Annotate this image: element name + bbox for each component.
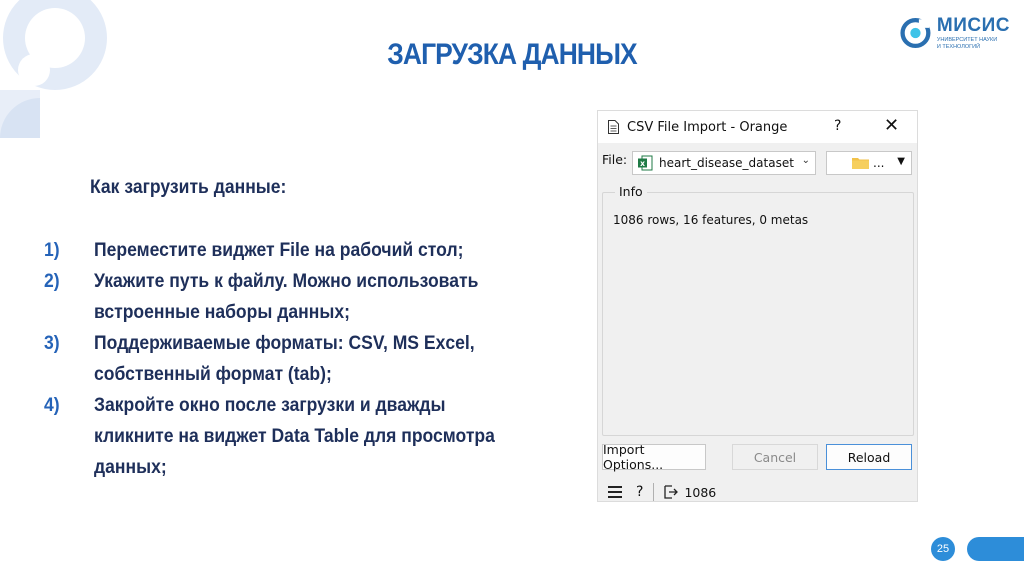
- browse-dots: ...: [873, 156, 885, 170]
- step-text: Переместите виджет File на рабочий стол;: [94, 239, 464, 261]
- output-icon: [664, 485, 679, 499]
- list-item: 1) Переместите виджет File на рабочий сто…: [44, 235, 564, 266]
- folder-icon: [852, 158, 869, 169]
- menu-icon[interactable]: [608, 486, 622, 498]
- help-button[interactable]: ?: [834, 118, 841, 134]
- list-item: 4) Закройте окно после загрузки и дважды …: [44, 390, 564, 483]
- output-count: 1086: [684, 484, 717, 500]
- document-icon: [608, 120, 619, 134]
- step-number: 4): [44, 394, 60, 416]
- svg-text:x: x: [640, 159, 645, 168]
- logo-title: МИСИС: [936, 15, 1010, 37]
- close-button[interactable]: ✕: [884, 115, 899, 136]
- chevron-down-icon: ⌄: [801, 155, 810, 166]
- file-select[interactable]: x heart_disease_dataset.c ⌄: [632, 151, 816, 175]
- list-item: 2) Укажите путь к файлу. Можно использова…: [44, 266, 564, 328]
- status-divider: [653, 483, 655, 501]
- footer-pill-decoration: [967, 537, 1024, 561]
- intro-text: Как загрузить данные:: [90, 176, 287, 198]
- status-bar: ? 1086: [608, 483, 716, 501]
- page-number: 25: [931, 537, 955, 561]
- file-name: heart_disease_dataset.c: [659, 156, 795, 170]
- slide-title: ЗАГРУЗКА ДАННЫХ: [387, 38, 637, 71]
- info-box: Info 1086 rows, 16 features, 0 metas: [602, 184, 914, 436]
- slide-content: Как загрузить данные: 1) Переместите видж…: [44, 176, 564, 483]
- step-number: 2): [44, 270, 60, 292]
- info-text: 1086 rows, 16 features, 0 metas: [613, 213, 809, 227]
- reload-button[interactable]: Reload: [826, 444, 912, 470]
- corner-decoration: [0, 0, 107, 138]
- csv-import-dialog: CSV File Import - Orange ? ✕ File: x hea…: [597, 110, 918, 502]
- browse-button[interactable]: ... ▼: [826, 151, 912, 175]
- import-options-button[interactable]: Import Options...: [602, 442, 706, 472]
- list-item: 3) Поддерживаемые форматы: CSV, MS Excel,…: [44, 328, 564, 390]
- step-text: Укажите путь к файлу. Можно использовать…: [94, 270, 479, 323]
- dropdown-arrow-icon[interactable]: ▼: [897, 156, 905, 167]
- dialog-title: CSV File Import - Orange: [627, 119, 788, 135]
- step-text: Закройте окно после загрузки и дважды кл…: [94, 394, 495, 478]
- step-number: 1): [44, 239, 60, 261]
- status-help-icon[interactable]: ?: [636, 484, 643, 500]
- file-label: File:: [602, 152, 628, 167]
- info-title: Info: [615, 184, 647, 199]
- steps-list: 1) Переместите виджет File на рабочий сто…: [44, 235, 564, 483]
- step-number: 3): [44, 332, 60, 354]
- cancel-button[interactable]: Cancel: [732, 444, 818, 470]
- step-text: Поддерживаемые форматы: CSV, MS Excel, с…: [94, 332, 475, 385]
- dialog-titlebar[interactable]: CSV File Import - Orange ? ✕: [598, 111, 917, 143]
- excel-file-icon: x: [638, 155, 653, 171]
